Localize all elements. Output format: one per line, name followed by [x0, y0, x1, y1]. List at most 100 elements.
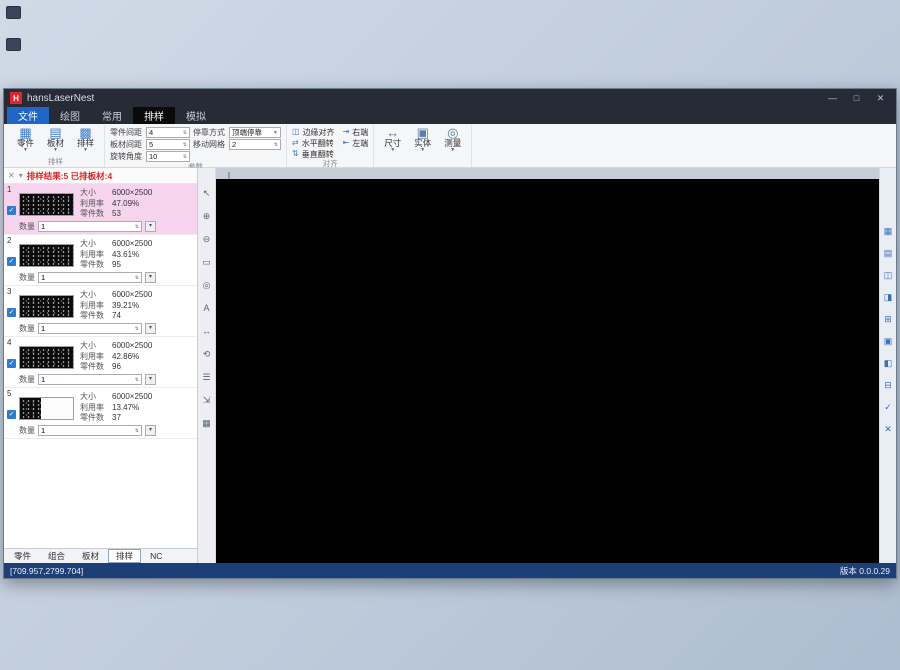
desktop-shortcut-icon[interactable] [6, 38, 21, 51]
dropdown-caret-icon: ▼ [53, 148, 58, 153]
quantity-input[interactable]: 1 ⇅ [38, 272, 142, 283]
item-index: 3 [7, 287, 11, 296]
field-input[interactable]: 5 ⇅ [146, 139, 190, 150]
nesting-canvas-area[interactable] [216, 168, 879, 563]
solid-view-icon[interactable]: ▣ [884, 336, 893, 346]
view-grid-icon[interactable]: ▦ [884, 226, 893, 236]
align-side-button[interactable]: ⇤ 左端 [343, 138, 369, 148]
quantity-dropdown-button[interactable]: ▾ [145, 374, 156, 385]
quantity-dropdown-button[interactable]: ▾ [145, 221, 156, 232]
zoom-fit-icon[interactable]: ⇲ [203, 395, 211, 405]
add-panel-icon[interactable]: ⊞ [884, 314, 892, 324]
rotate-view-icon[interactable]: ⟲ [203, 349, 211, 359]
field-input[interactable]: 10 ⇅ [146, 151, 190, 162]
spinner-icon[interactable]: ⇅ [135, 224, 139, 230]
layer-list-icon[interactable]: ☰ [202, 372, 210, 382]
quantity-input[interactable]: 1 ⇅ [38, 425, 142, 436]
field-value: 5 [149, 140, 153, 149]
quantity-input[interactable]: 1 ⇅ [38, 323, 142, 334]
quantity-dropdown-button[interactable]: ▾ [145, 323, 156, 334]
spinner-icon[interactable]: ⇅ [135, 377, 139, 383]
field-label: 旋转角度 [110, 151, 144, 162]
ribbon-big-button[interactable]: ▩ 排样 ▼ [72, 125, 99, 157]
ribbon-field: 旋转角度 10 ⇅ [110, 151, 190, 162]
close-button[interactable]: ✕ [871, 90, 890, 106]
desktop-shortcut-icon[interactable] [6, 6, 21, 19]
ribbon-big-button[interactable]: ▤ 板材 ▼ [42, 125, 69, 157]
measure-button[interactable]: ◎ 测量 ▼ [439, 125, 466, 157]
nest-result-item[interactable]: 5 ✓ 大小6000×2500 利用率13.47% 零件数37 [4, 388, 197, 439]
apply-icon[interactable]: ✓ [884, 402, 892, 412]
ribbon-big-button[interactable]: ▦ 零件 ▼ [12, 125, 39, 157]
spinner-icon[interactable]: ⇅ [183, 130, 187, 136]
nesting-canvas[interactable] [216, 168, 879, 563]
spinner-icon[interactable]: ⇅ [183, 154, 187, 160]
menu-tab[interactable]: 绘图 [49, 107, 91, 124]
menu-tab[interactable]: 常用 [91, 107, 133, 124]
dock-mode-select[interactable]: 顶端停靠 ▼ [229, 127, 281, 138]
minimize-button[interactable]: — [823, 90, 842, 106]
move-grid-input[interactable]: 2 ⇅ [229, 139, 281, 150]
text-tool-icon[interactable]: A [203, 303, 209, 313]
menu-tab[interactable]: 排样 [133, 107, 175, 124]
zoom-out-icon[interactable]: ⊖ [203, 234, 211, 244]
quantity-input[interactable]: 1 ⇅ [38, 221, 142, 232]
remove-panel-icon[interactable]: ⊟ [884, 380, 892, 390]
app-window: H hansLaserNest — □ ✕ 文件绘图常用排样模拟 ▦ 零件 ▼ [3, 88, 897, 579]
measure-button[interactable]: ▣ 实体 ▼ [409, 125, 436, 157]
close-panel-icon[interactable]: ✕ [8, 171, 15, 180]
quantity-dropdown-button[interactable]: ▾ [145, 272, 156, 283]
spinner-icon[interactable]: ⇅ [135, 275, 139, 281]
panel-tab[interactable]: 板材 [74, 549, 107, 563]
align-button[interactable]: ⇅ 垂直翻转 [292, 149, 335, 159]
nest-result-item[interactable]: 4 ✓ 大小6000×2500 利用率42.86% 零件数96 [4, 337, 197, 388]
field-input[interactable]: 4 ⇅ [146, 127, 190, 138]
sheet-thumbnail [19, 346, 74, 369]
grid-toggle-icon[interactable]: ▦ [202, 418, 211, 428]
split-vertical-icon[interactable]: ◫ [884, 270, 893, 280]
panel-tab[interactable]: 组合 [40, 549, 73, 563]
size-value: 6000×2500 [112, 341, 152, 350]
menu-tab[interactable]: 文件 [7, 107, 49, 124]
align-side-button[interactable]: ⇥ 右端 [343, 127, 369, 137]
part-count-value: 53 [112, 209, 121, 218]
size-label: 大小 [80, 290, 112, 301]
spinner-icon[interactable]: ⇅ [135, 326, 139, 332]
item-checkbox[interactable]: ✓ [7, 308, 16, 317]
dropdown-caret-icon[interactable]: ▼ [273, 130, 278, 136]
field-value: 4 [149, 128, 153, 137]
panel-tab[interactable]: 零件 [6, 549, 39, 563]
canvas-ruler [216, 168, 879, 179]
panel-tab[interactable]: NC [142, 549, 170, 563]
spinner-icon[interactable]: ⇅ [274, 142, 278, 148]
item-checkbox[interactable]: ✓ [7, 257, 16, 266]
measure-tool-icon[interactable]: ↔ [202, 326, 211, 336]
spinner-icon[interactable]: ⇅ [183, 142, 187, 148]
nest-result-item[interactable]: 1 ✓ 大小6000×2500 利用率47.09% 零件数53 [4, 184, 197, 235]
panel-tab[interactable]: 排样 [108, 549, 141, 563]
nest-result-item[interactable]: 2 ✓ 大小6000×2500 利用率43.61% 零件数95 [4, 235, 197, 286]
select-arrow-icon[interactable]: ↖ [203, 188, 211, 198]
version-text: 版本 0.0.0.29 [840, 565, 890, 577]
pin-panel-icon[interactable]: ▾ [19, 171, 23, 180]
panel-left-icon[interactable]: ◧ [884, 358, 893, 368]
quantity-dropdown-button[interactable]: ▾ [145, 425, 156, 436]
align-button[interactable]: ⇄ 水平翻转 [292, 138, 335, 148]
item-checkbox[interactable]: ✓ [7, 359, 16, 368]
ribbon-field: 板材间距 5 ⇅ [110, 139, 190, 150]
align-button[interactable]: ◫ 边缘对齐 [292, 127, 335, 137]
zoom-window-icon[interactable]: ▭ [202, 257, 211, 267]
maximize-button[interactable]: □ [847, 90, 866, 106]
item-checkbox[interactable]: ✓ [7, 206, 16, 215]
quantity-input[interactable]: 1 ⇅ [38, 374, 142, 385]
view-rows-icon[interactable]: ▤ [884, 248, 893, 258]
measure-button[interactable]: ↔ 尺寸 ▼ [379, 125, 406, 157]
close-view-icon[interactable]: ✕ [884, 424, 892, 434]
nest-result-item[interactable]: 3 ✓ 大小6000×2500 利用率39.21% 零件数74 [4, 286, 197, 337]
zoom-in-icon[interactable]: ⊕ [203, 211, 211, 221]
spinner-icon[interactable]: ⇅ [135, 428, 139, 434]
menu-tab[interactable]: 模拟 [175, 107, 217, 124]
zoom-center-icon[interactable]: ◎ [203, 280, 211, 290]
panel-right-icon[interactable]: ◨ [884, 292, 893, 302]
item-checkbox[interactable]: ✓ [7, 410, 16, 419]
